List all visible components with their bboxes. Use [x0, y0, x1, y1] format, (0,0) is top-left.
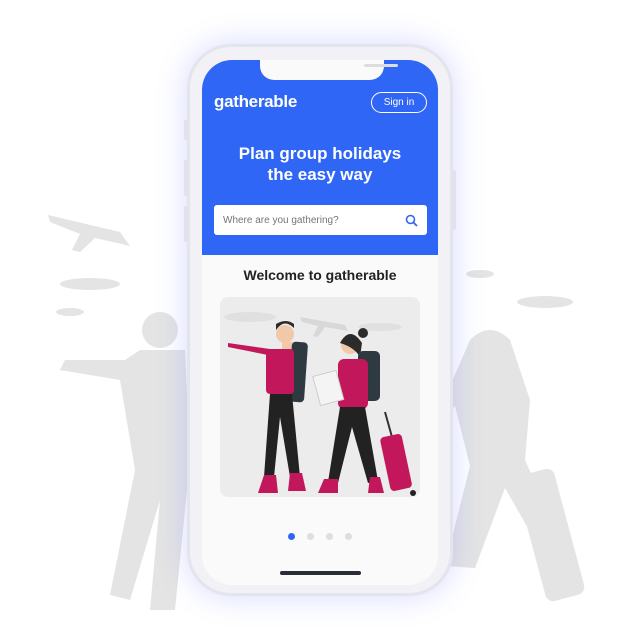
- travelers-illustration: [224, 312, 416, 496]
- welcome-heading: Welcome to gatherable: [243, 267, 397, 283]
- home-indicator: [280, 571, 361, 575]
- carousel-dot-1[interactable]: [288, 533, 295, 540]
- speaker: [364, 64, 398, 67]
- phone-volume-down: [184, 206, 188, 242]
- sign-in-button[interactable]: Sign in: [371, 92, 427, 113]
- search-input[interactable]: [223, 214, 405, 226]
- hero-title-line2: the easy way: [267, 165, 373, 184]
- phone-mute-switch: [184, 120, 188, 140]
- carousel-dot-4[interactable]: [345, 533, 352, 540]
- phone-volume-up: [184, 160, 188, 196]
- logo[interactable]: gatherable: [214, 92, 297, 112]
- carousel-pagination: [288, 533, 352, 540]
- phone-screen: gatherable Sign in Plan group holidays t…: [202, 60, 438, 585]
- carousel-dot-3[interactable]: [326, 533, 333, 540]
- phone-power-button: [452, 170, 456, 230]
- hero-title-line1: Plan group holidays: [238, 144, 402, 163]
- search-box[interactable]: [214, 205, 427, 235]
- hero-title: Plan group holidays the easy way: [202, 143, 438, 185]
- hero-header: gatherable Sign in Plan group holidays t…: [202, 60, 438, 255]
- search-icon[interactable]: [405, 214, 418, 227]
- carousel-slide-illustration[interactable]: [220, 297, 420, 497]
- carousel-dot-2[interactable]: [307, 533, 314, 540]
- phone-notch: [260, 60, 398, 80]
